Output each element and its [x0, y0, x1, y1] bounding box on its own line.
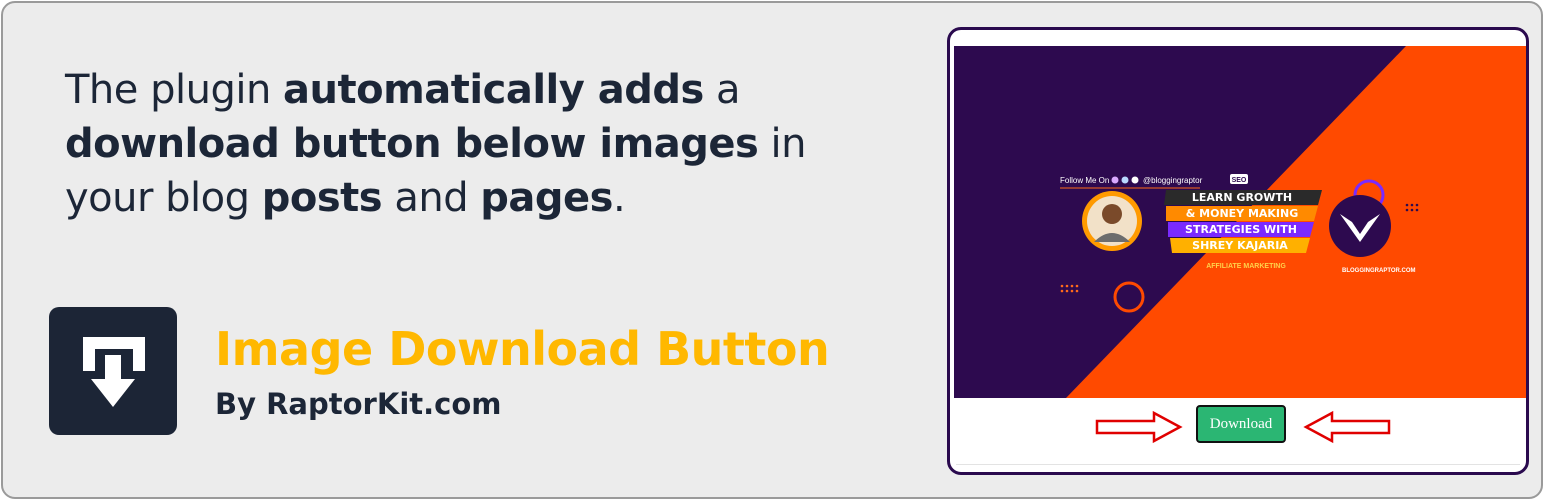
plugin-logo	[49, 307, 177, 435]
headline-text: a	[703, 67, 741, 113]
headline-text: .	[613, 175, 626, 221]
preview-window: Follow Me On @bloggingraptor SEO LEARN G…	[947, 27, 1529, 475]
social-icon	[1111, 176, 1119, 184]
social-icon	[1131, 176, 1139, 184]
title-line-4: SHREY KAJARIA	[1192, 239, 1288, 252]
affiliate-tag: AFFILIATE MARKETING	[1206, 263, 1286, 270]
download-arrow-icon	[83, 337, 145, 407]
headline-text: and	[382, 175, 481, 221]
left-arrow-icon	[1303, 410, 1391, 444]
headline-bold: automatically adds	[283, 67, 704, 113]
plugin-name: Image Download Button	[215, 322, 830, 376]
right-arrow-icon	[1095, 410, 1183, 444]
headline-bold: pages	[480, 175, 613, 221]
follow-text: Follow Me On	[1060, 176, 1109, 185]
social-icon	[1121, 176, 1129, 184]
brand-emblem-icon	[1329, 195, 1391, 257]
preview-featured-image: Follow Me On @bloggingraptor SEO LEARN G…	[954, 46, 1526, 398]
title-line-2: & MONEY MAKING	[1186, 207, 1299, 220]
headline: The plugin automatically adds a download…	[65, 63, 895, 225]
handle-text: @bloggingraptor	[1143, 176, 1203, 185]
seo-tag: SEO	[1232, 177, 1247, 184]
headline-bold: posts	[261, 175, 383, 221]
plugin-banner: The plugin automatically adds a download…	[1, 1, 1543, 499]
headline-bold: download button below images	[65, 121, 759, 167]
title-line-1: LEARN GROWTH	[1192, 191, 1292, 204]
headline-text: The plugin	[65, 67, 284, 113]
portrait-head	[1102, 204, 1122, 224]
divider	[956, 464, 1520, 465]
title-line-3: STRATEGIES WITH	[1185, 223, 1297, 236]
plugin-author: By RaptorKit.com	[215, 387, 502, 421]
site-label: BLOGGINGRAPTOR.COM	[1342, 268, 1416, 274]
download-button[interactable]: Download	[1196, 405, 1286, 443]
